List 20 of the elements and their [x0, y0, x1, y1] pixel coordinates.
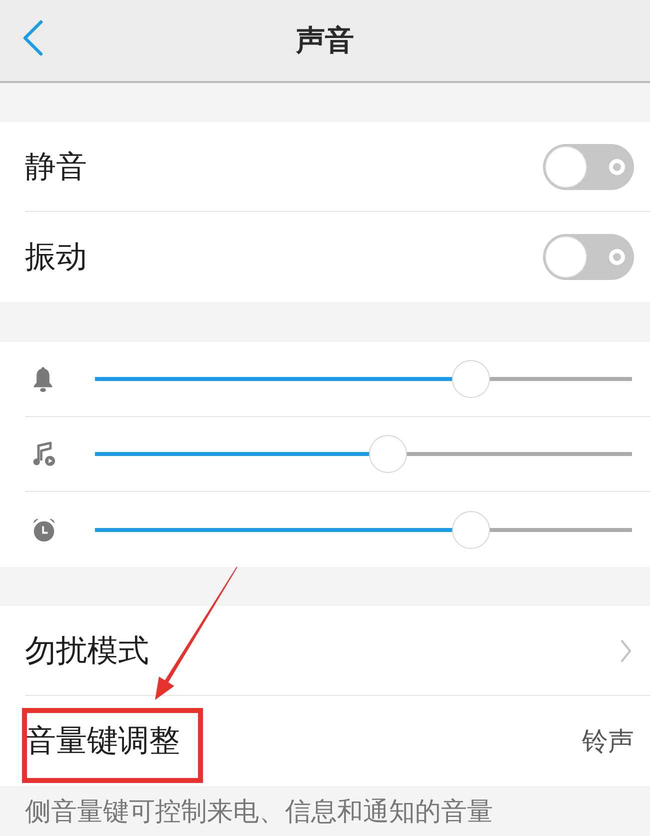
toggle-switch[interactable] [543, 144, 634, 190]
setting-value: 铃声 [582, 726, 634, 758]
toggle-switch[interactable] [543, 234, 634, 280]
hint-text: 侧音量键可控制来电、信息和通知的音量 [25, 796, 493, 828]
slider-thumb[interactable] [452, 360, 490, 398]
setting-label: 静音 [25, 148, 87, 186]
music-note-icon [32, 441, 56, 467]
chevron-right-icon [620, 638, 632, 662]
ring-icon [609, 158, 625, 174]
bell-icon [32, 365, 54, 393]
setting-label[interactable]: 勿扰模式 [25, 630, 149, 672]
ring-icon [609, 249, 625, 265]
setting-label[interactable]: 音量键调整 [25, 720, 180, 762]
back-button[interactable] [22, 20, 43, 56]
setting-label: 振动 [25, 238, 87, 277]
slider-thumb[interactable] [368, 435, 407, 473]
alarm-clock-icon [32, 516, 56, 542]
slider-thumb[interactable] [452, 510, 490, 548]
page-title: 声音 [296, 22, 354, 58]
back-icon [22, 20, 43, 56]
